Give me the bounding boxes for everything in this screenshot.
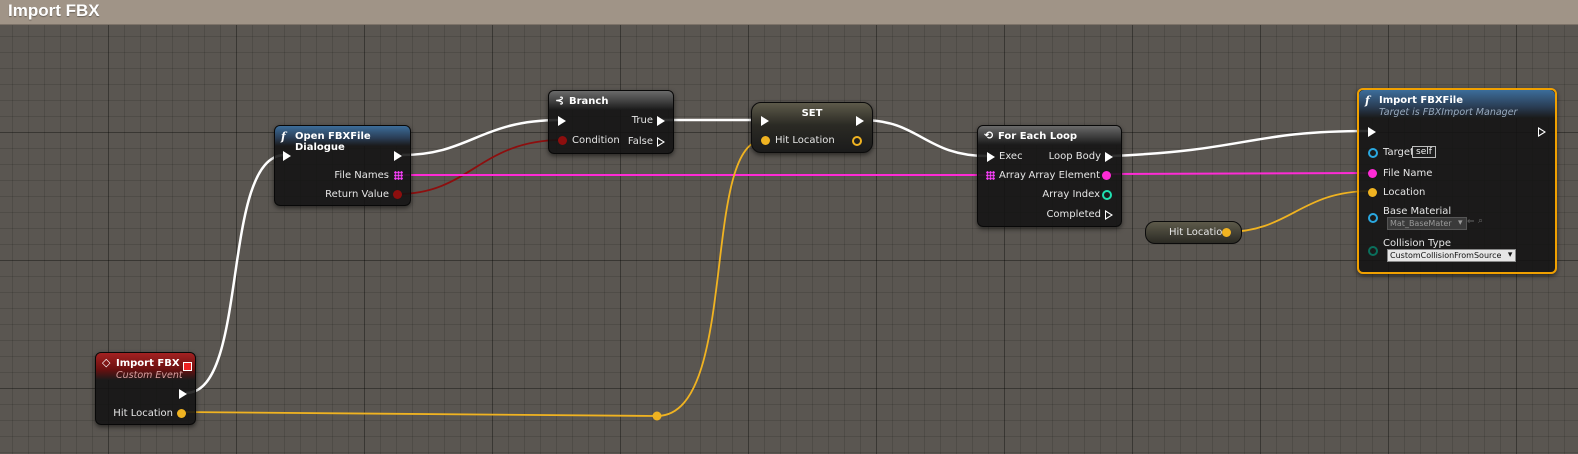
- import-fbxfile-subtitle: Target is FBXImport Manager: [1379, 107, 1518, 118]
- custom-event-subtitle: Custom Event: [116, 370, 183, 381]
- branch-node[interactable]: ⊰ Branch True Condition False: [548, 90, 674, 154]
- for-each-header: ⟲ For Each Loop: [978, 126, 1121, 145]
- set-hit-location-pin[interactable]: [761, 136, 770, 145]
- browse-search-icon[interactable]: ⌕: [1478, 216, 1483, 226]
- branch-false-label: False: [627, 136, 653, 147]
- branch-true-pin[interactable]: [657, 116, 665, 126]
- branch-condition-pin[interactable]: [558, 136, 567, 145]
- set-node[interactable]: SET Hit Location: [751, 102, 873, 153]
- use-selected-arrow-icon[interactable]: ⇐: [1467, 217, 1475, 227]
- import-target-pin[interactable]: [1368, 148, 1378, 158]
- branch-header: ⊰ Branch: [549, 91, 673, 110]
- vector-wire-var: [1225, 190, 1372, 233]
- branch-exec-in-pin[interactable]: [558, 116, 566, 126]
- for-each-array-index-label: Array Index: [1042, 189, 1100, 200]
- exec-wire-foreach-import: [1111, 129, 1369, 158]
- open-fbx-title: Open FBXFile Dialogue: [295, 131, 371, 153]
- hit-location-variable-label: Hit Location: [1169, 227, 1229, 238]
- branch-title: Branch: [569, 96, 609, 107]
- set-exec-in-pin[interactable]: [761, 116, 769, 126]
- delegate-pin-icon[interactable]: [183, 362, 192, 371]
- import-base-material-dropdown[interactable]: Mat_BaseMater: [1387, 217, 1467, 230]
- for-each-exec-in-pin[interactable]: [987, 152, 995, 162]
- custom-event-node[interactable]: ◇ Import FBX Custom Event Hit Location: [95, 352, 196, 425]
- for-each-array-element-pin[interactable]: [1102, 171, 1111, 180]
- for-each-loop-body-pin[interactable]: [1105, 152, 1113, 162]
- set-hit-location-label: Hit Location: [775, 135, 835, 146]
- open-return-value-label: Return Value: [325, 189, 389, 200]
- event-hit-location-label: Hit Location: [113, 408, 173, 419]
- open-file-names-pin[interactable]: [394, 171, 403, 180]
- graph-title-bar: Import FBX: [0, 0, 1578, 25]
- event-exec-out-pin[interactable]: [179, 389, 187, 399]
- vector-wire-set: [656, 139, 765, 417]
- function-icon: f: [281, 130, 286, 143]
- import-file-name-label: File Name: [1383, 168, 1433, 179]
- import-fbxfile-node[interactable]: f Import FBXFile Target is FBXImport Man…: [1357, 88, 1557, 274]
- import-target-label: Target: [1383, 147, 1414, 158]
- event-hit-location-pin[interactable]: [177, 409, 186, 418]
- function-icon: f: [1365, 94, 1370, 107]
- element-wire: [1106, 172, 1371, 175]
- hit-location-variable-node[interactable]: Hit Location: [1145, 221, 1242, 244]
- for-each-completed-pin[interactable]: [1105, 210, 1113, 220]
- graph-title: Import FBX: [8, 1, 100, 20]
- exec-wire-open-branch: [401, 118, 561, 157]
- event-diamond-icon: ◇: [102, 356, 111, 369]
- open-return-value-pin[interactable]: [393, 190, 402, 199]
- for-each-exec-label: Exec: [999, 151, 1023, 162]
- for-each-loop-body-label: Loop Body: [1048, 151, 1101, 162]
- vector-wire-event: [181, 411, 658, 417]
- import-location-pin[interactable]: [1368, 188, 1377, 197]
- import-base-material-label: Base Material: [1383, 206, 1452, 217]
- open-exec-in-pin[interactable]: [283, 151, 291, 161]
- set-exec-out-pin[interactable]: [856, 116, 864, 126]
- import-fbxfile-title: Import FBXFile: [1379, 95, 1463, 106]
- reroute-knot: [652, 411, 662, 421]
- for-each-array-label: Array: [999, 170, 1026, 181]
- set-output-pin[interactable]: [852, 136, 862, 146]
- open-fbx-header: f Open FBXFile Dialogue: [275, 126, 410, 153]
- import-base-material-pin[interactable]: [1368, 213, 1378, 223]
- import-collision-type-pin[interactable]: [1368, 246, 1378, 256]
- for-each-array-pin[interactable]: [986, 171, 995, 180]
- bool-wire: [397, 139, 563, 195]
- exec-wire-set-foreach: [861, 118, 988, 158]
- open-fbx-dialogue-node[interactable]: f Open FBXFile Dialogue File Names Retur…: [274, 125, 411, 206]
- wires: [181, 118, 1372, 421]
- for-each-array-element-label: Array Element: [1028, 170, 1100, 181]
- branch-false-pin[interactable]: [657, 137, 665, 147]
- import-fbxfile-header: f Import FBXFile Target is FBXImport Man…: [1359, 90, 1555, 118]
- hit-location-variable-pin[interactable]: [1222, 228, 1231, 237]
- import-collision-type-label: Collision Type: [1383, 238, 1452, 249]
- set-title: SET: [801, 108, 823, 119]
- import-exec-in-pin[interactable]: [1368, 127, 1376, 137]
- for-each-title: For Each Loop: [998, 131, 1078, 142]
- for-each-array-index-pin[interactable]: [1102, 190, 1112, 200]
- exec-wire-event-open: [185, 153, 286, 395]
- branch-condition-label: Condition: [572, 135, 620, 146]
- import-location-label: Location: [1383, 187, 1426, 198]
- import-file-name-pin[interactable]: [1368, 169, 1377, 178]
- import-collision-type-dropdown[interactable]: CustomCollisionFromSource: [1387, 249, 1517, 262]
- branch-icon: ⊰: [555, 94, 565, 107]
- for-each-loop-node[interactable]: ⟲ For Each Loop Exec Loop Body Array Arr…: [977, 125, 1122, 227]
- import-target-self-field[interactable]: self: [1412, 146, 1436, 158]
- open-exec-out-pin[interactable]: [394, 151, 402, 161]
- for-each-completed-label: Completed: [1046, 209, 1101, 220]
- branch-true-label: True: [631, 115, 653, 126]
- import-exec-out-pin[interactable]: [1538, 127, 1546, 137]
- loop-icon: ⟲: [984, 129, 994, 142]
- open-file-names-label: File Names: [334, 170, 389, 181]
- custom-event-header: ◇ Import FBX Custom Event: [96, 353, 195, 381]
- custom-event-title: Import FBX: [116, 358, 180, 369]
